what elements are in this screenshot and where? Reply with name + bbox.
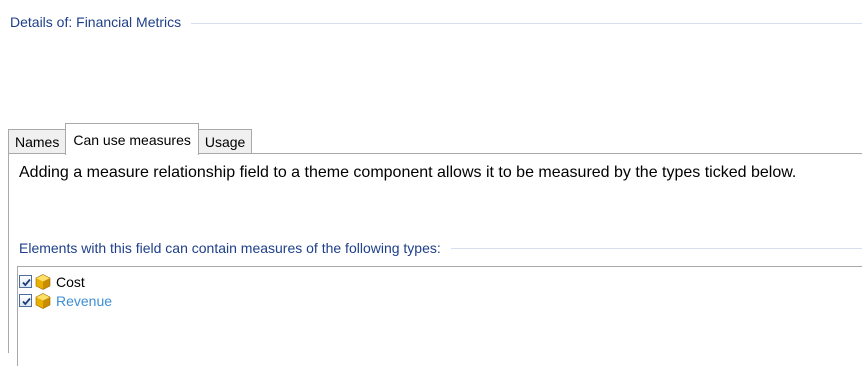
measure-types-group-title: Elements with this field can contain mea… [19, 240, 441, 256]
gold-cube-icon [35, 292, 51, 309]
tab-names-label: Names [15, 134, 60, 150]
tab-can-use-measures-label: Can use measures [73, 131, 191, 148]
revenue-label: Revenue [56, 292, 113, 309]
tab-names[interactable]: Names [8, 129, 67, 154]
checkmark-icon [22, 278, 31, 287]
revenue-checkbox[interactable] [19, 294, 32, 307]
panel-description: Adding a measure relationship field to a… [19, 164, 797, 181]
tab-can-use-measures[interactable]: Can use measures [65, 123, 199, 155]
tab-usage-label: Usage [204, 134, 246, 150]
measure-types-list[interactable]: Cost Revenue [17, 266, 862, 366]
measure-types-group-header: Elements with this field can contain mea… [19, 239, 862, 257]
details-title: Details of: Financial Metrics [10, 14, 182, 30]
list-item-cost[interactable]: Cost [18, 272, 862, 291]
can-use-measures-panel: Adding a measure relationship field to a… [8, 153, 862, 366]
list-item-revenue[interactable]: Revenue [18, 291, 862, 310]
group-divider [450, 247, 862, 249]
header-divider [191, 22, 862, 24]
tab-usage[interactable]: Usage [197, 129, 253, 154]
cost-checkbox[interactable] [19, 275, 32, 288]
cost-label: Cost [56, 273, 85, 290]
tab-strip: Names Can use measures Usage [8, 116, 253, 155]
gold-cube-icon [35, 273, 51, 290]
checkmark-icon [22, 297, 31, 306]
details-header: Details of: Financial Metrics [10, 12, 862, 32]
